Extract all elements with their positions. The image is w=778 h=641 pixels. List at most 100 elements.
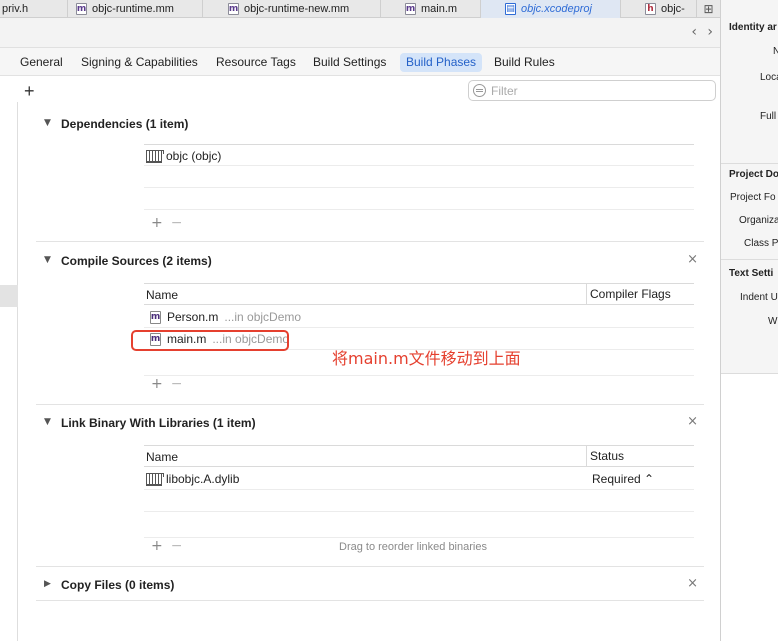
tab-objc-runtime-new-mm[interactable]: m objc-runtime-new.mm <box>203 0 381 18</box>
table-row[interactable]: libobjc.A.dylib Required ⌃ <box>144 468 694 490</box>
list-item[interactable]: objc (objc) <box>144 144 694 166</box>
tab-build-phases[interactable]: Build Phases <box>400 53 483 72</box>
phase-compile-sources: ▼ Compile Sources (2 items) × Name Compi… <box>36 251 704 405</box>
file-location: ...in objcDemo <box>224 310 302 324</box>
add-remove-controls: +− <box>151 376 190 392</box>
inspector-label: Indent U <box>740 292 778 303</box>
target-list-gutter <box>0 102 18 641</box>
delete-phase-icon[interactable]: × <box>687 576 698 591</box>
tab-label: objc- <box>661 3 685 15</box>
inspector-label: Class P <box>744 238 778 249</box>
highlight-box <box>131 330 289 351</box>
disclosure-expanded-icon[interactable]: ▼ <box>44 118 51 128</box>
tab-build-settings[interactable]: Build Settings <box>307 53 392 72</box>
column-name[interactable]: Name <box>146 450 178 464</box>
m-file-icon: m <box>76 3 87 15</box>
project-editor-tabs: General Signing & Capabilities Resource … <box>0 48 720 76</box>
phase-title: Dependencies (1 item) <box>61 117 189 131</box>
remove-item-button[interactable]: − <box>171 215 191 231</box>
empty-row <box>144 188 694 210</box>
library-name: libobjc.A.dylib <box>166 472 240 486</box>
add-remove-controls: +− <box>151 538 190 554</box>
inspector-label: Project Fo <box>730 192 776 203</box>
filter-icon <box>473 84 486 97</box>
selected-target-row[interactable] <box>0 285 18 307</box>
remove-item-button[interactable]: − <box>171 538 191 554</box>
m-file-icon: m <box>150 310 161 324</box>
disclosure-expanded-icon[interactable]: ▼ <box>44 417 51 427</box>
drag-hint: Drag to reorder linked binaries <box>339 541 487 553</box>
tab-main-m[interactable]: m main.m <box>381 0 481 18</box>
tab-label: main.m <box>421 3 458 15</box>
phase-header[interactable]: ▼ Compile Sources (2 items) × <box>36 251 704 273</box>
tab-signing-capabilities[interactable]: Signing & Capabilities <box>75 53 204 72</box>
column-name[interactable]: Name <box>146 288 178 302</box>
dependency-name: objc (objc) <box>166 149 222 163</box>
tab-objc-runtime-mm[interactable]: m objc-runtime.mm <box>68 0 203 18</box>
file-tab-bar: priv.h m objc-runtime.mm m objc-runtime-… <box>0 0 720 18</box>
disclosure-collapsed-icon[interactable]: ▶ <box>44 579 51 589</box>
phase-title: Copy Files (0 items) <box>61 578 175 592</box>
add-item-button[interactable]: + <box>151 376 171 392</box>
m-file-icon: m <box>228 3 239 15</box>
tab-label: objc-runtime-new.mm <box>244 3 350 15</box>
delete-phase-icon[interactable]: × <box>687 414 698 429</box>
table-row[interactable]: m Person.m ...in objcDemo <box>144 306 694 328</box>
phase-header[interactable]: ▶ Copy Files (0 items) × <box>36 575 704 597</box>
add-build-phase-button[interactable]: + <box>24 82 35 100</box>
inspector-panel: Identity ar N Loca Full Project Do Proje… <box>720 0 778 641</box>
add-remove-controls: +− <box>151 215 190 231</box>
inspector-text-settings-section: Text Setti Indent U Wi <box>721 259 778 373</box>
phase-header[interactable]: ▼ Dependencies (1 item) <box>36 114 704 136</box>
tab-label: priv.h <box>2 3 29 15</box>
add-item-button[interactable]: + <box>151 538 171 554</box>
library-icon <box>146 472 164 486</box>
m-file-icon: m <box>405 3 416 15</box>
target-icon <box>146 149 164 163</box>
inspector-label: Wi <box>768 316 778 327</box>
xcodeproj-file-icon: ▤ <box>505 3 516 15</box>
annotation-text: 将main.m文件移动到上面 <box>332 349 521 368</box>
inspector-label: Loca <box>760 72 778 83</box>
file-name: Person.m <box>167 310 219 324</box>
phase-copy-files: ▶ Copy Files (0 items) × <box>36 575 704 601</box>
tab-priv-h[interactable]: priv.h <box>0 0 68 18</box>
inspector-empty-area <box>721 373 778 641</box>
inspector-label: Organiza <box>739 215 778 226</box>
tab-label: objc-runtime.mm <box>92 3 174 15</box>
inspector-identity-title: Identity ar <box>729 22 777 33</box>
filter-placeholder: Filter <box>491 83 518 98</box>
phase-link-binary: ▼ Link Binary With Libraries (1 item) × … <box>36 413 704 567</box>
empty-row <box>144 166 694 188</box>
column-status[interactable]: Status <box>586 446 624 467</box>
back-forward-icon[interactable]: ‹ › <box>691 24 716 40</box>
inspector-project-doc-section: Project Do Project Fo Organiza Class P <box>721 163 778 259</box>
tab-label: objc.xcodeproj <box>521 3 592 15</box>
table-header: Name Status <box>144 445 694 467</box>
jump-bar: ‹ › <box>0 18 720 48</box>
inspector-label: Full <box>760 111 777 122</box>
add-tab-icon[interactable]: ⊞ <box>697 0 720 18</box>
column-compiler-flags[interactable]: Compiler Flags <box>586 284 671 305</box>
inspector-section-title: Text Setti <box>729 268 774 279</box>
phase-header[interactable]: ▼ Link Binary With Libraries (1 item) × <box>36 413 704 435</box>
tab-general[interactable]: General <box>14 53 69 72</box>
tab-build-rules[interactable]: Build Rules <box>488 53 561 72</box>
phase-title: Link Binary With Libraries (1 item) <box>61 416 256 430</box>
phase-title: Compile Sources (2 items) <box>61 254 212 268</box>
remove-item-button[interactable]: − <box>171 376 191 392</box>
empty-row <box>144 512 694 538</box>
status-popup[interactable]: Required ⌃ <box>592 472 654 486</box>
disclosure-expanded-icon[interactable]: ▼ <box>44 255 51 265</box>
empty-row <box>144 490 694 512</box>
tab-objc-xcodeproj[interactable]: ▤ objc.xcodeproj <box>481 0 621 18</box>
h-file-icon: h <box>645 3 656 15</box>
tab-objc-h[interactable]: h objc- <box>621 0 697 18</box>
delete-phase-icon[interactable]: × <box>687 252 698 267</box>
inspector-label: N <box>773 46 778 57</box>
tab-resource-tags[interactable]: Resource Tags <box>210 53 302 72</box>
phase-dependencies: ▼ Dependencies (1 item) objc (objc) +− <box>36 114 704 242</box>
table-header: Name Compiler Flags <box>144 283 694 305</box>
filter-field[interactable]: Filter <box>468 80 716 101</box>
add-item-button[interactable]: + <box>151 215 171 231</box>
